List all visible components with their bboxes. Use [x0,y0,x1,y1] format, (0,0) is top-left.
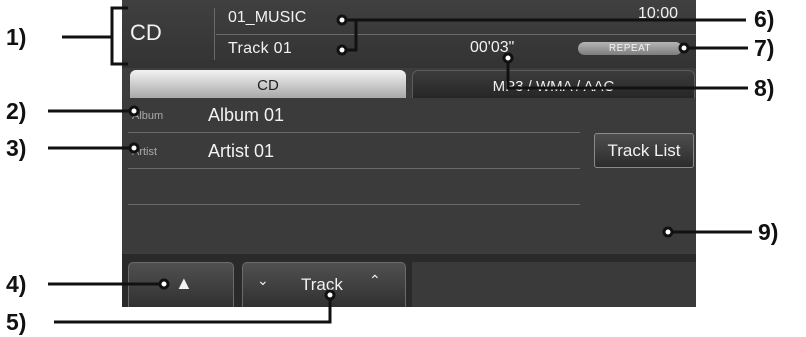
callout-1-bracket [110,6,128,66]
callout-5-line [54,299,332,324]
callout-6: 6) [754,6,775,32]
callout-6-track-line [346,20,358,52]
callout-4-dot [158,278,170,290]
callout-4: 4) [6,271,27,297]
callout-8: 8) [754,75,775,101]
callout-1: 1) [6,24,27,50]
callout-6-dot-b [336,44,348,56]
callout-7-dot [678,42,690,54]
callout-5-dot [324,289,336,301]
callout-3-dot [128,142,140,154]
callout-2: 2) [6,98,27,124]
callout-lines [48,6,752,324]
callout-9-dot [662,226,674,238]
callout-6-dot-a [336,14,348,26]
callout-8-line [506,62,748,90]
callout-7: 7) [754,35,775,61]
callout-3: 3) [6,135,27,161]
callout-5: 5) [6,309,27,335]
callout-2-dot [128,105,140,117]
callout-9: 9) [758,219,779,245]
callout-8-dot [502,52,514,64]
